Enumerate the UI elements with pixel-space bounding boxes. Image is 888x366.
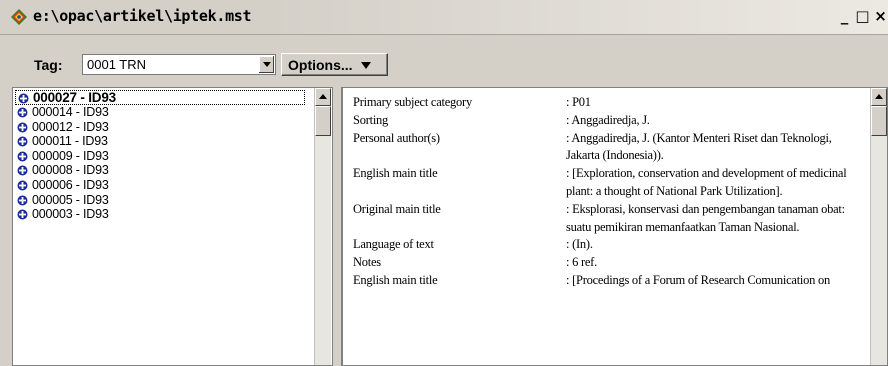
expand-bullet-icon	[17, 136, 28, 147]
list-item-label: 000027 - ID93	[33, 90, 116, 105]
field-label: Sorting	[353, 112, 389, 127]
field-value: : [Procedings of a Forum of Research Com…	[566, 272, 831, 287]
chevron-down-icon[interactable]	[258, 56, 274, 73]
list-item[interactable]: 000011 - ID93	[15, 134, 305, 149]
expand-bullet-icon	[17, 180, 28, 191]
list-item-label: 000003 - ID93	[32, 207, 109, 222]
expand-bullet-icon	[17, 122, 28, 133]
list-item[interactable]: 000003 - ID93	[15, 207, 305, 222]
field-label: Original main title	[353, 201, 441, 216]
field-row: Language of text : (In).	[353, 236, 863, 254]
field-value: : Anggadiredja, J. (Kantor Menteri Riset…	[566, 130, 832, 163]
list-item[interactable]: 000008 - ID93	[15, 163, 305, 178]
minimize-button[interactable]: _	[837, 8, 852, 25]
expand-bullet-icon	[17, 209, 28, 220]
tag-label: Tag:	[34, 57, 63, 73]
list-item[interactable]: 000027 - ID93	[15, 90, 305, 105]
list-item[interactable]: 000006 - ID93	[15, 178, 305, 193]
opac-app-icon	[11, 9, 27, 25]
list-item[interactable]: 000014 - ID93	[15, 105, 305, 120]
field-label: Notes	[353, 255, 381, 270]
options-button-label: Options...	[288, 57, 353, 73]
field-label: English main title	[353, 272, 438, 287]
list-item[interactable]: 000009 - ID93	[15, 149, 305, 164]
record-list: 000027 - ID93 000014 - ID93 000012 - ID93 0…	[15, 90, 305, 222]
field-label: English main title	[353, 166, 438, 181]
field-value: : 6 ref.	[566, 255, 597, 270]
field-row: Notes : 6 ref.	[353, 254, 863, 272]
list-item[interactable]: 000005 - ID93	[15, 193, 305, 208]
field-row: Original main title : Eksplorasi, konserv…	[353, 201, 863, 237]
scroll-up-icon[interactable]	[315, 88, 331, 106]
list-item-label: 000014 - ID93	[32, 105, 109, 119]
list-item-label: 000006 - ID93	[32, 177, 109, 192]
list-item-label: 000005 - ID93	[32, 192, 109, 207]
scroll-thumb[interactable]	[315, 106, 331, 136]
field-row: Sorting : Anggadiredja, J.	[353, 112, 863, 130]
expand-bullet-icon	[18, 93, 29, 104]
field-label: Personal author(s)	[353, 130, 440, 145]
toolbar: Tag: 0001 TRN Options...	[0, 35, 888, 83]
field-value: : [Exploration, conservation and develop…	[566, 166, 847, 198]
tag-select[interactable]: 0001 TRN	[82, 54, 276, 75]
field-row: English main title : [Procedings of a For…	[353, 272, 863, 290]
list-item-label: 000012 - ID93	[32, 119, 109, 134]
window-title: e:\opac\artikel\iptek.mst	[33, 7, 252, 25]
field-value: : (In).	[566, 237, 593, 252]
record-list-scrollbar[interactable]	[314, 88, 331, 365]
list-item[interactable]: 000012 - ID93	[15, 120, 305, 135]
expand-bullet-icon	[17, 107, 28, 118]
record-list-pane: 000027 - ID93 000014 - ID93 000012 - ID93 0…	[12, 87, 332, 366]
scroll-up-icon[interactable]	[871, 88, 887, 106]
expand-bullet-icon	[17, 165, 28, 176]
pane-splitter[interactable]	[332, 87, 342, 366]
field-value: : Eksplorasi, konservasi dan pengembanga…	[566, 201, 845, 234]
close-button[interactable]: ×	[873, 8, 888, 25]
record-detail-pane: Primary subject category : P01 Sorting : An…	[342, 87, 888, 366]
list-item-label: 000008 - ID93	[32, 163, 109, 178]
field-row: English main title : [Exploration, conser…	[353, 165, 863, 201]
title-bar: e:\opac\artikel\iptek.mst _ □ ×	[0, 0, 888, 35]
field-row: Personal author(s) : Anggadiredja, J. (Ka…	[353, 130, 863, 166]
list-item-label: 000011 - ID93	[32, 134, 108, 149]
maximize-button[interactable]: □	[855, 8, 870, 25]
record-detail: Primary subject category : P01 Sorting : An…	[353, 94, 863, 290]
tag-select-value: 0001 TRN	[87, 57, 147, 72]
record-detail-scrollbar[interactable]	[870, 88, 887, 365]
scroll-thumb[interactable]	[871, 106, 887, 136]
list-item-label: 000009 - ID93	[32, 148, 109, 163]
caret-down-icon	[361, 62, 371, 69]
expand-bullet-icon	[17, 195, 28, 206]
expand-bullet-icon	[17, 151, 28, 162]
field-label: Language of text	[353, 237, 434, 252]
window-controls: _ □ ×	[837, 8, 888, 26]
field-value: : P01	[566, 95, 591, 109]
options-button[interactable]: Options...	[281, 53, 388, 76]
field-row: Primary subject category : P01	[353, 94, 863, 112]
field-label: Primary subject category	[353, 95, 472, 109]
field-value: : Anggadiredja, J.	[566, 112, 650, 127]
